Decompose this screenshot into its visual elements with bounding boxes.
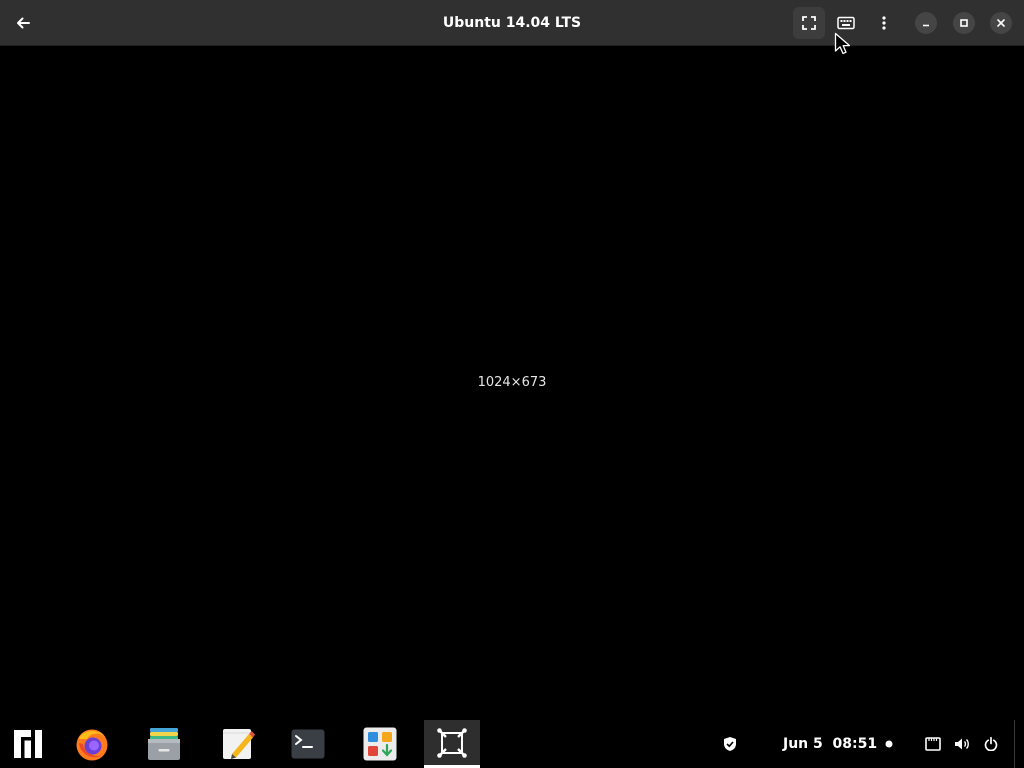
manjaro-logo-icon: [14, 730, 42, 758]
dot-icon: [885, 740, 893, 748]
menu-button[interactable]: [868, 7, 900, 39]
keyboard-icon: [837, 16, 855, 30]
close-button[interactable]: [990, 12, 1012, 34]
network-indicator[interactable]: [922, 720, 944, 768]
terminal-icon: [291, 729, 325, 759]
clock-time: 08:51: [832, 736, 878, 752]
text-editor-launcher[interactable]: [210, 720, 266, 768]
minimize-icon: [923, 24, 929, 27]
clock[interactable]: Jun 5 08:51: [783, 720, 877, 768]
vertical-dots-icon: [882, 16, 886, 30]
software-launcher[interactable]: [352, 720, 408, 768]
clock-date: Jun 5: [783, 736, 823, 752]
network-icon: [925, 737, 941, 751]
speaker-icon: [955, 738, 969, 750]
resolution-label: 1024×673: [477, 375, 547, 390]
files-launcher[interactable]: [136, 720, 192, 768]
mouse-pointer-icon: [834, 32, 851, 55]
taskbar-divider: [1014, 720, 1015, 768]
shield-icon: [724, 737, 736, 751]
arrow-left-icon: [17, 17, 30, 29]
volume-indicator[interactable]: [951, 720, 973, 768]
vm-display[interactable]: 1024×673: [0, 47, 1024, 720]
software-store-icon: [363, 727, 397, 761]
close-icon: [997, 19, 1005, 27]
back-button[interactable]: [7, 7, 39, 39]
fullscreen-button[interactable]: [793, 7, 825, 39]
file-manager-icon: [148, 728, 180, 760]
notification-indicator[interactable]: [880, 720, 898, 768]
boxes-launcher[interactable]: [424, 720, 480, 768]
header-bar: Ubuntu 14.04 LTS: [0, 0, 1024, 46]
security-indicator[interactable]: [720, 720, 740, 768]
firefox-icon: [76, 729, 108, 761]
terminal-launcher[interactable]: [280, 720, 336, 768]
power-indicator[interactable]: [980, 720, 1002, 768]
fullscreen-icon: [802, 16, 816, 30]
taskbar: Jun 5 08:51: [0, 720, 1024, 768]
virtual-machine-icon: [437, 727, 467, 758]
boxes-window: Ubuntu 14.04 LTS 1024×673 Jun 5 08:51: [0, 0, 1024, 768]
minimize-button[interactable]: [915, 12, 937, 34]
manjaro-menu-button[interactable]: [0, 720, 56, 768]
firefox-launcher[interactable]: [64, 720, 120, 768]
maximize-icon: [960, 19, 968, 27]
power-icon: [984, 737, 998, 751]
maximize-button[interactable]: [953, 12, 975, 34]
text-editor-icon: [223, 729, 255, 759]
